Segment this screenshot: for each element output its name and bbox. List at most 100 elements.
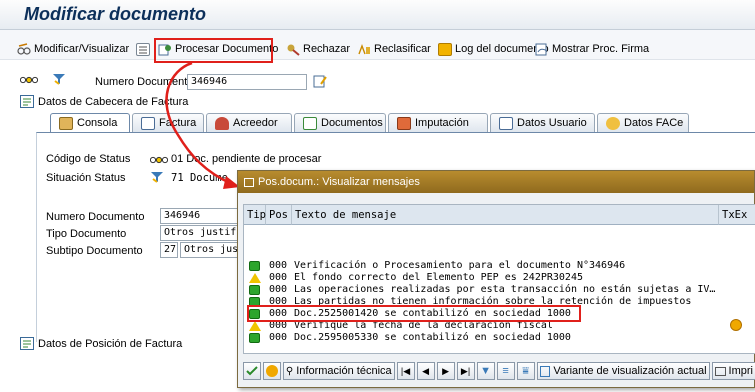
filter-icon[interactable] (52, 72, 66, 88)
page-title: Modificar documento (24, 4, 207, 24)
console-icon (59, 116, 73, 130)
show-signature-process-label: Mostrar Proc. Firma (552, 43, 650, 55)
success-status-icon (249, 333, 260, 343)
previous-page-button[interactable]: ◀ (416, 362, 435, 380)
position-section-icon[interactable] (20, 337, 34, 353)
tab-documentos-label: Documentos (321, 117, 383, 129)
doc-type-field[interactable]: Otros justif. gas (160, 225, 238, 241)
message-text: El fondo correcto del Elemento PEP es 24… (294, 272, 583, 283)
tab-datos-usuario[interactable]: Datos Usuario (490, 113, 595, 132)
log-icon (438, 42, 452, 56)
doc-subtype-code-field[interactable]: 27 (160, 242, 178, 258)
documents-icon (303, 116, 317, 130)
next-page-button[interactable]: ▶ (436, 362, 455, 380)
modify-display-label: Modificar/Visualizar (34, 43, 130, 55)
message-row[interactable]: 000 El fondo correcto del Elemento PEP e… (244, 272, 755, 284)
reclassify-button[interactable]: Reclasificar (357, 38, 431, 60)
tab-datos-face[interactable]: Datos FACe (597, 113, 689, 132)
messages-table[interactable]: Tip Pos Texto de mensaje TxEx 000 Verifi… (243, 204, 755, 354)
dialog-title: Pos.docum.: Visualizar mensajes (258, 176, 420, 188)
doc-number-field-console[interactable]: 346946 (160, 208, 238, 224)
filter-button[interactable]: ▼ (476, 362, 495, 380)
sort-ascending-icon: ≡ (502, 365, 509, 377)
reject-button[interactable]: Rechazar (286, 38, 350, 60)
dialog-toolbar: ⚲ Información técnica |◀ ◀ ▶ ▶| ▼ ≡ ⩸ Va… (243, 357, 755, 385)
doc-subtype-label: Subtipo Documento (46, 245, 143, 257)
check-icon (246, 366, 258, 376)
tab-imputacion[interactable]: Imputación (388, 113, 488, 132)
printer-icon (714, 366, 726, 376)
column-header-pos[interactable]: Pos (266, 205, 292, 225)
status-lights-icon (19, 75, 39, 88)
sort-ascending-button[interactable]: ≡ (496, 362, 515, 380)
column-header-text[interactable]: Texto de mensaje (292, 205, 719, 225)
first-page-button[interactable]: |◀ (396, 362, 415, 380)
message-pos: 000 (269, 284, 288, 295)
column-header-txex[interactable]: TxEx (719, 205, 755, 225)
info-icon[interactable] (730, 319, 742, 331)
annotation-arrow (165, 61, 240, 189)
reclassify-icon (357, 43, 371, 56)
doc-subtype-field[interactable]: Otros jus (180, 242, 238, 258)
help-button[interactable] (263, 362, 281, 380)
reject-label: Rechazar (303, 43, 351, 55)
tab-documentos[interactable]: Documentos (294, 113, 386, 132)
glasses-pencil-icon (17, 42, 31, 56)
previous-page-icon: ◀ (422, 365, 430, 376)
success-status-icon (249, 261, 260, 271)
signature-icon (535, 43, 549, 56)
message-row[interactable]: 000 Verificación o Procesamiento para el… (244, 260, 755, 272)
filter-icon: ▼ (480, 365, 491, 377)
message-pos: 000 (269, 260, 288, 271)
message-pos: 000 (269, 272, 288, 283)
dialog-title-bar: Pos.docum.: Visualizar mensajes (238, 171, 754, 193)
message-row[interactable]: 000 Las operaciones realizadas por esta … (244, 284, 755, 296)
sort-descending-button[interactable]: ⩸ (516, 362, 535, 380)
success-status-icon (249, 285, 260, 295)
user-data-icon (499, 116, 513, 130)
confirm-button[interactable] (243, 362, 261, 380)
message-text: Las operaciones realizadas por esta tran… (294, 284, 716, 295)
document-log-button[interactable]: Log del documento (438, 38, 549, 60)
last-page-icon: ▶| (460, 365, 471, 376)
status-code-label: Código de Status (46, 153, 131, 165)
dialog-window-icon (244, 177, 254, 187)
list-icon (136, 42, 150, 56)
face-data-icon (606, 116, 620, 130)
position-section-label: Datos de Posición de Factura (38, 338, 183, 350)
glasses-icon: ⚲ (285, 365, 294, 377)
highlight-posted-message (247, 305, 581, 322)
reclassify-label: Reclasificar (374, 43, 431, 55)
tab-consola[interactable]: Consola (50, 113, 130, 132)
tab-imputacion-label: Imputación (415, 117, 469, 129)
reject-icon (286, 43, 300, 56)
display-variant-label: Variante de visualización actual (553, 365, 707, 377)
last-page-button[interactable]: ▶| (456, 362, 475, 380)
document-edit-icon[interactable] (313, 74, 327, 91)
tab-datos-face-label: Datos FACe (624, 117, 684, 129)
list-button[interactable] (136, 38, 150, 60)
status-situation-label: Situación Status (46, 172, 126, 184)
warning-status-icon (249, 273, 261, 283)
show-signature-process-button[interactable]: Mostrar Proc. Firma (535, 38, 649, 60)
warning-status-icon (249, 321, 261, 331)
message-text: Verificación o Procesamiento para el doc… (294, 260, 626, 271)
doc-number-label-console: Numero Documento (46, 211, 145, 223)
sort-descending-icon: ⩸ (522, 364, 529, 377)
next-page-icon: ▶ (442, 365, 450, 376)
display-variant-button[interactable]: Variante de visualización actual (536, 362, 710, 380)
tab-consola-label: Consola (77, 117, 118, 129)
layout-icon (539, 365, 551, 377)
header-section-icon[interactable] (20, 95, 34, 111)
print-label: Impri (728, 365, 753, 377)
modify-display-button[interactable]: Modificar/Visualizar (17, 38, 129, 60)
help-icon (266, 365, 278, 377)
technical-info-button[interactable]: ⚲ Información técnica (283, 362, 395, 380)
column-header-tip[interactable]: Tip (244, 205, 266, 225)
tab-datos-usuario-label: Datos Usuario (517, 117, 587, 129)
message-pos: 000 (269, 332, 288, 343)
message-row[interactable]: 000 Doc.2595005330 se contabilizó en soc… (244, 332, 755, 344)
print-button[interactable]: Impri (711, 362, 755, 380)
technical-info-label: Información técnica (296, 365, 392, 377)
message-text: Doc.2595005330 se contabilizó en socieda… (294, 332, 571, 343)
